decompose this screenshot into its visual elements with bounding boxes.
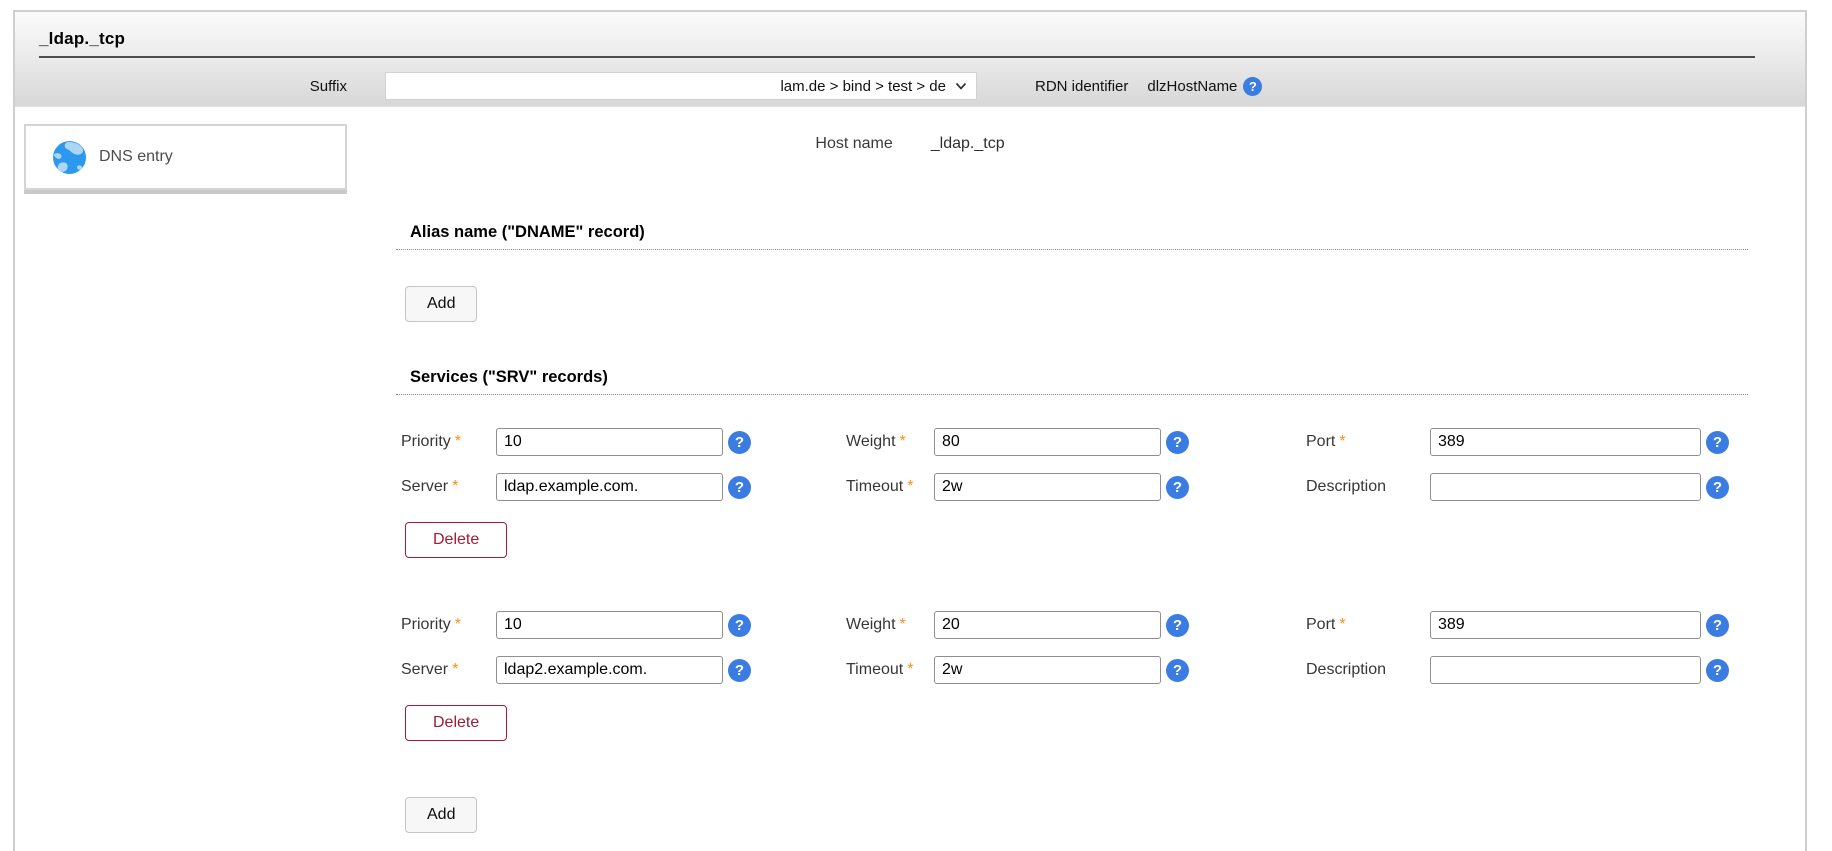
help-icon[interactable]: ?	[1706, 476, 1729, 499]
header-divider	[39, 56, 1755, 58]
help-icon[interactable]: ?	[728, 614, 751, 637]
timeout-input[interactable]	[934, 656, 1161, 684]
help-icon[interactable]: ?	[1166, 659, 1189, 682]
priority-input[interactable]	[496, 611, 723, 639]
delete-srv-button[interactable]: Delete	[405, 705, 507, 741]
suffix-select-value: lam.de > bind > test > de	[780, 78, 946, 95]
required-marker: *	[1339, 616, 1345, 633]
services-section-heading: Services ("SRV" records)	[396, 368, 1748, 395]
suffix-select[interactable]: lam.de > bind > test > de	[385, 72, 977, 100]
field-label: Priority*	[396, 616, 496, 634]
page-header: _ldap._tcp Suffix lam.de > bind > test >…	[15, 12, 1805, 107]
field-label: Weight*	[841, 433, 934, 451]
services-section: Services ("SRV" records) Priority* ? Wei…	[396, 368, 1748, 833]
field-label: Weight*	[841, 616, 934, 634]
server-input[interactable]	[496, 656, 723, 684]
help-icon[interactable]: ?	[1166, 476, 1189, 499]
required-marker: *	[1339, 433, 1345, 450]
required-marker: *	[452, 478, 458, 495]
help-icon[interactable]: ?	[1706, 659, 1729, 682]
host-name-label: Host name	[815, 135, 892, 153]
suffix-label: Suffix	[215, 78, 347, 95]
main-panel: Alias name ("DNAME" record) Add Services…	[346, 107, 1805, 833]
help-icon[interactable]: ?	[1243, 77, 1262, 96]
alias-section-heading: Alias name ("DNAME" record)	[396, 223, 1748, 250]
field-label: Description*	[1301, 478, 1430, 496]
field-label: Server*	[396, 478, 496, 496]
window-frame: _ldap._tcp Suffix lam.de > bind > test >…	[13, 10, 1807, 851]
field-label: Description*	[1301, 661, 1430, 679]
description-input[interactable]	[1430, 656, 1701, 684]
globe-icon	[53, 141, 86, 174]
field-label: Port*	[1301, 616, 1430, 634]
help-icon[interactable]: ?	[1166, 614, 1189, 637]
required-marker: *	[452, 661, 458, 678]
port-input[interactable]	[1430, 428, 1701, 456]
srv-record: Priority* ? Weight* ? Port* ? Server* ? …	[396, 611, 1748, 741]
rdn-identifier-label: RDN identifier	[1035, 78, 1128, 95]
help-icon[interactable]: ?	[728, 476, 751, 499]
help-icon[interactable]: ?	[728, 659, 751, 682]
required-marker: *	[907, 661, 913, 678]
add-srv-button[interactable]: Add	[405, 797, 477, 833]
required-marker: *	[900, 616, 906, 633]
server-input[interactable]	[496, 473, 723, 501]
field-label: Priority*	[396, 433, 496, 451]
help-icon[interactable]: ?	[1166, 431, 1189, 454]
host-name-value: _ldap._tcp	[931, 135, 1005, 153]
sidebar: DNS entry	[24, 124, 347, 190]
add-alias-button[interactable]: Add	[405, 286, 477, 322]
field-label: Port*	[1301, 433, 1430, 451]
field-label: Server*	[396, 661, 496, 679]
help-icon[interactable]: ?	[1706, 431, 1729, 454]
rdn-identifier-value: dlzHostName	[1147, 78, 1237, 95]
required-marker: *	[907, 478, 913, 495]
description-input[interactable]	[1430, 473, 1701, 501]
help-icon[interactable]: ?	[728, 431, 751, 454]
required-marker: *	[900, 433, 906, 450]
tab-dns-entry-label: DNS entry	[99, 148, 173, 166]
field-label: Timeout*	[841, 661, 934, 679]
port-input[interactable]	[1430, 611, 1701, 639]
srv-record-grid: Priority* ? Weight* ? Port* ? Server* ? …	[396, 428, 1748, 501]
srv-records: Priority* ? Weight* ? Port* ? Server* ? …	[396, 428, 1748, 741]
tab-dns-entry[interactable]: DNS entry	[24, 124, 347, 190]
srv-record-grid: Priority* ? Weight* ? Port* ? Server* ? …	[396, 611, 1748, 684]
weight-input[interactable]	[934, 611, 1161, 639]
field-label: Timeout*	[841, 478, 934, 496]
required-marker: *	[455, 616, 461, 633]
timeout-input[interactable]	[934, 473, 1161, 501]
page-title: _ldap._tcp	[15, 12, 1805, 49]
priority-input[interactable]	[496, 428, 723, 456]
delete-srv-button[interactable]: Delete	[405, 522, 507, 558]
srv-record: Priority* ? Weight* ? Port* ? Server* ? …	[396, 428, 1748, 558]
chevron-down-icon	[955, 82, 967, 90]
header-controls-row: Suffix lam.de > bind > test > de RDN ide…	[15, 72, 1805, 100]
weight-input[interactable]	[934, 428, 1161, 456]
content-area: Host name _ldap._tcp DNS entry Alias nam…	[15, 107, 1805, 833]
help-icon[interactable]: ?	[1706, 614, 1729, 637]
required-marker: *	[455, 433, 461, 450]
